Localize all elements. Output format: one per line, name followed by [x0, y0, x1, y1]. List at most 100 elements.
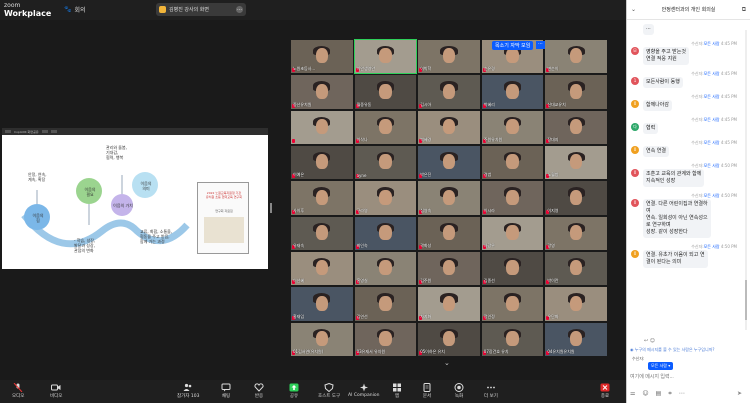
chat-message[interactable]: 수신자:모든 사람 4:45 PM 모 영향을 주고 받는것 연결 적응 지원 [631, 41, 743, 65]
participant-tile[interactable]: 이예은 [291, 145, 353, 180]
participant-tile[interactable]: 이안생영안 [353, 38, 418, 75]
chat-message[interactable]: 수신자:모든 사람 4:45 PM 0 함께나아감 [631, 94, 743, 111]
audio-button[interactable]: 오디오 [12, 383, 24, 399]
participant-tile[interactable]: 이삭나 [354, 110, 417, 144]
chat-message[interactable]: 수신자:모든 사람 4:50 PM 0 연결. 유초가 이음이 되고 연 결이 된다… [631, 244, 743, 268]
participant-tile[interactable]: 백혜경 [418, 110, 480, 144]
shield-icon [324, 383, 334, 392]
share-button[interactable]: 공유 [289, 383, 299, 399]
avatar: 0 [631, 250, 639, 258]
chat-message[interactable]: 수신자:모든 사람 4:50 PM 0 연결. 다른 어린이집과 연결하 여 연속.… [631, 193, 743, 238]
docs-button[interactable]: 문서 [422, 383, 432, 399]
reaction-row[interactable]: ↩ ☺ [644, 338, 655, 344]
chat-button[interactable]: 채팅 [221, 383, 231, 399]
participant-tile[interactable]: 최인숙 [354, 216, 417, 250]
participant-tile[interactable]: 김주원 [418, 251, 480, 286]
emoji-icon[interactable]: ☺ [642, 390, 648, 398]
participant-tile[interactable]: 이시라 [481, 181, 544, 215]
participant-tile[interactable]: 이지영 [545, 181, 607, 215]
participant-tile[interactable]: 박이란 [545, 251, 607, 286]
participant-tile[interactable]: 유재숙 [291, 216, 353, 250]
participant-tile[interactable]: 심영숙 [418, 181, 480, 215]
video-button[interactable]: 비디오 [50, 383, 62, 399]
participant-tile[interactable]: 이선혜 [291, 251, 353, 286]
participant-tile[interactable]: 07장건호 유치 [481, 322, 544, 356]
participant-tile[interactable]: 장대지 [545, 110, 607, 144]
participant-tile[interactable]: 중산유치원 [291, 75, 353, 109]
recipient-select[interactable]: 모든 사람 ▾ [648, 362, 674, 370]
participant-tile[interactable]: 노원초등사... [291, 40, 353, 74]
participant-tile[interactable]: 월중유동 [354, 75, 417, 109]
apps-button[interactable]: 앱 [392, 383, 402, 399]
participant-name: 경범 [483, 172, 492, 178]
participant-tile[interactable]: ayne [354, 145, 417, 180]
more-icon[interactable]: ⋯ [679, 390, 685, 398]
screenshot-icon[interactable]: ⌗ [668, 390, 671, 398]
participant-tile[interactable]: 박혜리 [481, 75, 544, 109]
participant-tile[interactable]: 경범 [481, 145, 544, 180]
participants-button[interactable]: 참가자 103 [177, 383, 199, 399]
participant-tile[interactable]: 김시아 [418, 75, 480, 109]
gallery-badge[interactable]: 목소기 자막 모임 [492, 41, 534, 50]
chat-message[interactable]: 수신자:모든 사람 4:50 PM 0 조훈고 교육의 관계와 함께 지속적인 성장 [631, 163, 743, 187]
gallery-options-icon[interactable]: ⋯ [536, 41, 545, 49]
end-button[interactable]: 종료 [600, 383, 610, 399]
participant-tile[interactable]: 03유재서 유치원 [354, 322, 417, 356]
chat-message[interactable]: 수신자:모든 사람 4:45 PM 0 연속 연결 [631, 140, 743, 157]
participant-tile[interactable]: 주원유치원 [481, 110, 544, 144]
send-icon[interactable]: ➤ [737, 390, 742, 397]
participant-name: 노월방 [547, 172, 559, 178]
participant-tile[interactable] [291, 110, 353, 144]
participant-tile[interactable]: 01김서연(유치원) [291, 322, 353, 356]
chat-message[interactable]: 수신자:모든 사람 4:45 PM 1 모든사람이 동행 [631, 71, 743, 88]
host-tools-button[interactable]: 호스트 도구 [318, 383, 340, 399]
participant-tile[interactable]: 이박학 [418, 40, 480, 74]
bottom-toolbar: 오디오 비디오 참가자 103 채팅 반응 공유 호스트 도구 AI Compa… [0, 380, 626, 403]
participant-tile[interactable]: 김종선 [481, 251, 544, 286]
slide-text-mid: - 학습, 성장, 발달과 성장, 관점의 변화 [74, 238, 96, 253]
zoom-icon[interactable] [41, 130, 48, 133]
format-icon[interactable]: ⚌ [630, 390, 635, 398]
emoji-icon[interactable]: ☺ [650, 338, 655, 344]
options-icon[interactable]: … [236, 6, 243, 13]
page-icon[interactable] [50, 130, 57, 133]
participant-tile[interactable]: 우단화 [545, 287, 607, 321]
popout-icon[interactable]: ⧉ [742, 6, 746, 14]
participant-tile[interactable]: 05이하은 유치 [418, 322, 480, 356]
file-icon[interactable]: ▤ [656, 390, 662, 398]
participant-tile[interactable]: 노월방 [545, 145, 607, 180]
record-button[interactable]: 녹화 [454, 383, 464, 399]
participant-tile[interactable]: 김연선 [354, 287, 417, 321]
participant-tile[interactable]: 곽화성 [418, 216, 480, 250]
menu-icon[interactable] [5, 130, 11, 133]
chat-message[interactable]: 수신자:모든 사람 4:45 PM 다 협력 [631, 117, 743, 134]
participant-tile[interactable]: 홍영실 [354, 251, 417, 286]
participant-tile[interactable]: 광영 [545, 216, 607, 250]
participant-tile[interactable]: 구라영 [354, 181, 417, 215]
chat-input[interactable] [628, 371, 746, 383]
participant-tile[interactable]: 04유치원유치원 [545, 322, 607, 356]
participant-tile[interactable]: 정인정 [481, 287, 544, 321]
participant-tile[interactable]: 변순이 [545, 40, 607, 74]
chat-message[interactable]: ··· [631, 24, 743, 35]
participant-tile[interactable]: 홍재임 [291, 287, 353, 321]
split-handle[interactable] [270, 203, 272, 213]
more-button[interactable]: 더 보기 [484, 383, 498, 399]
participant-tile[interactable]: 사이후 [291, 181, 353, 215]
react-button[interactable]: 반응 [254, 383, 264, 399]
chevron-down-icon[interactable]: ⌄ [444, 359, 450, 367]
visibility-notice[interactable]: ◉ 누구의 메시지를 볼 수 있는 사람은 누구입니까? [630, 347, 748, 353]
ai-companion-button[interactable]: AI Companion [348, 383, 379, 398]
participant-tile[interactable]: 차지화 [418, 287, 480, 321]
participant-face [379, 224, 392, 240]
participant-tile[interactable]: 박은진 [418, 145, 480, 180]
chevron-down-icon[interactable]: ⌄ [631, 6, 636, 13]
participant-face [315, 330, 328, 346]
reply-icon[interactable]: ↩ [644, 338, 648, 344]
participant-tile[interactable]: 사광우 [481, 216, 544, 250]
meeting-info-button[interactable]: 🐾 회의 [64, 5, 86, 14]
chat-scrollbar[interactable] [745, 30, 747, 330]
participant-tile[interactable]: 신대교유치 [545, 75, 607, 109]
screen-share-indicator[interactable]: 김병진 강사의 화면 … [156, 3, 246, 16]
message-text: 연속 연결 [643, 146, 669, 157]
